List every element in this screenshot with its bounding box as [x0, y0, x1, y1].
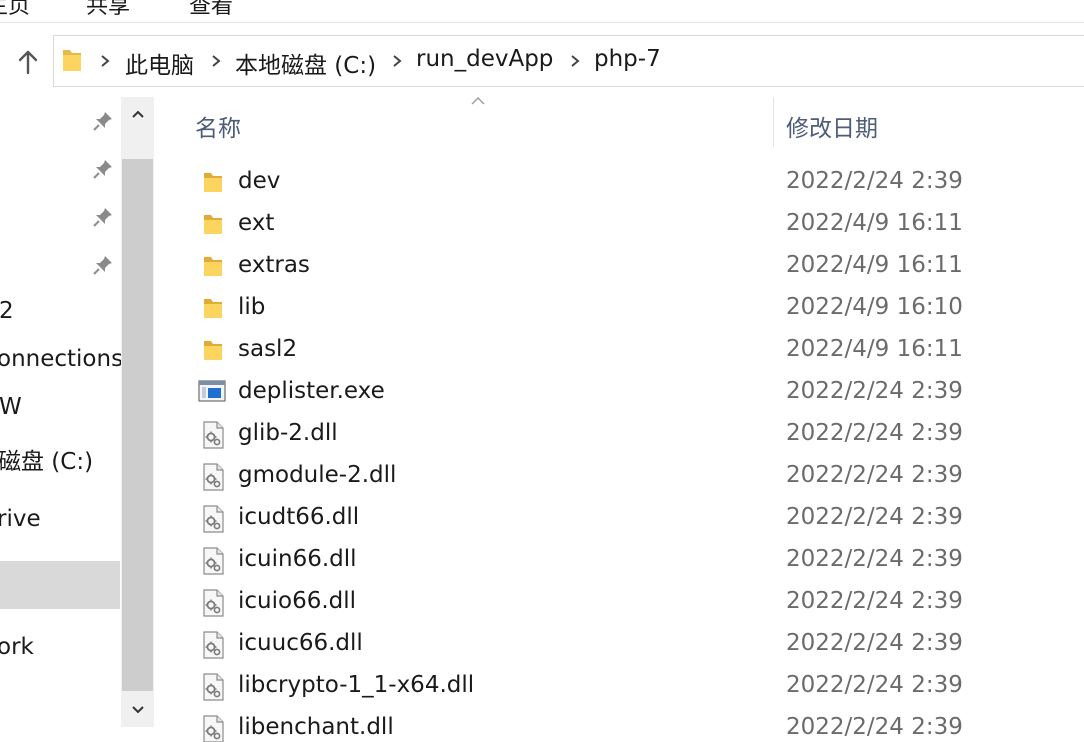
file-name[interactable]: gmodule-2.dll	[238, 462, 396, 488]
file-row[interactable]: icuuc66.dll 2022/2/24 2:39	[154, 623, 1084, 665]
file-name[interactable]: icuin66.dll	[238, 546, 357, 572]
folder-icon	[61, 46, 83, 78]
file-date-modified: 2022/2/24 2:39	[786, 168, 963, 194]
chevron-down-icon	[131, 706, 144, 714]
nav-item-w[interactable]: W	[0, 394, 22, 420]
file-name[interactable]: icuio66.dll	[238, 588, 356, 614]
chevron-right-icon[interactable]	[390, 50, 404, 72]
file-row[interactable]: deplister.exe 2022/2/24 2:39	[154, 371, 1084, 413]
scrollbar-thumb[interactable]	[122, 159, 153, 691]
file-date-modified: 2022/2/24 2:39	[786, 546, 963, 572]
address-bar[interactable]: 此电脑 本地磁盘 (C:) run_devApp php-7	[53, 35, 1084, 87]
nav-item-connections[interactable]: onnections	[0, 346, 122, 372]
file-row[interactable]: icuin66.dll 2022/2/24 2:39	[154, 539, 1084, 581]
dll-icon	[201, 589, 225, 617]
column-header-name[interactable]: 名称	[195, 109, 241, 143]
pin-icon	[92, 110, 114, 132]
file-name[interactable]: libcrypto-1_1-x64.dll	[238, 672, 474, 698]
folder-icon	[201, 169, 225, 195]
breadcrumb-local-disk[interactable]: 本地磁盘 (C:)	[235, 46, 376, 80]
chevron-up-icon	[131, 110, 144, 118]
dll-icon	[201, 631, 225, 659]
nav-item-network[interactable]: ork	[0, 634, 34, 660]
nav-scrollbar[interactable]	[121, 97, 154, 727]
breadcrumb-php7[interactable]: php-7	[594, 46, 661, 72]
dll-icon	[201, 547, 225, 575]
pin-icon	[92, 254, 114, 276]
folder-icon	[201, 295, 225, 321]
dll-icon	[201, 463, 225, 491]
file-name[interactable]: ext	[238, 210, 274, 236]
file-date-modified: 2022/4/9 16:11	[786, 336, 963, 362]
exe-icon	[198, 379, 226, 405]
file-date-modified: 2022/2/24 2:39	[786, 672, 963, 698]
column-header-date-modified[interactable]: 修改日期	[786, 109, 878, 143]
sort-ascending-icon	[471, 97, 485, 105]
file-name[interactable]: libenchant.dll	[238, 714, 394, 740]
column-divider[interactable]	[773, 97, 774, 147]
ribbon-tab-share[interactable]: 共享	[86, 0, 130, 20]
file-name[interactable]: glib-2.dll	[238, 420, 338, 446]
scroll-up-button[interactable]	[121, 97, 154, 131]
file-name[interactable]: icuuc66.dll	[238, 630, 363, 656]
file-date-modified: 2022/2/24 2:39	[786, 714, 963, 740]
nav-selected-highlight[interactable]	[0, 561, 120, 609]
ribbon-tab-home[interactable]: 主页	[0, 0, 30, 20]
dll-icon	[201, 505, 225, 533]
folder-icon	[201, 253, 225, 279]
folder-icon	[201, 211, 225, 237]
file-name[interactable]: extras	[238, 252, 310, 278]
breadcrumb-run-devapp[interactable]: run_devApp	[416, 46, 553, 72]
pin-icon	[92, 206, 114, 228]
file-date-modified: 2022/2/24 2:39	[786, 588, 963, 614]
breadcrumb-this-pc[interactable]: 此电脑	[125, 46, 194, 80]
file-date-modified: 2022/4/9 16:11	[786, 210, 963, 236]
file-row[interactable]: lib 2022/4/9 16:10	[154, 287, 1084, 329]
file-row[interactable]: icuio66.dll 2022/2/24 2:39	[154, 581, 1084, 623]
file-row[interactable]: icudt66.dll 2022/2/24 2:39	[154, 497, 1084, 539]
pin-icon	[92, 158, 114, 180]
dll-icon	[201, 421, 225, 449]
file-date-modified: 2022/2/24 2:39	[786, 420, 963, 446]
folder-icon	[201, 337, 225, 363]
navigation-pane: 2 onnections W 磁盘 (C:) rive ork	[0, 97, 122, 742]
up-button[interactable]	[12, 44, 44, 80]
file-name[interactable]: sasl2	[238, 336, 297, 362]
chevron-right-icon[interactable]	[98, 50, 112, 72]
file-date-modified: 2022/4/9 16:11	[786, 252, 963, 278]
file-row[interactable]: sasl2 2022/4/9 16:11	[154, 329, 1084, 371]
file-row[interactable]: gmodule-2.dll 2022/2/24 2:39	[154, 455, 1084, 497]
file-row[interactable]: dev 2022/2/24 2:39	[154, 161, 1084, 203]
file-row[interactable]: extras 2022/4/9 16:11	[154, 245, 1084, 287]
ribbon-tab-view[interactable]: 查看	[189, 0, 233, 20]
file-list: dev 2022/2/24 2:39 ext 2022/4/9 16:11 extras…	[154, 161, 1084, 742]
file-date-modified: 2022/4/9 16:10	[786, 294, 963, 320]
file-row[interactable]: glib-2.dll 2022/2/24 2:39	[154, 413, 1084, 455]
chevron-right-icon[interactable]	[568, 50, 582, 72]
file-date-modified: 2022/2/24 2:39	[786, 630, 963, 656]
file-date-modified: 2022/2/24 2:39	[786, 462, 963, 488]
file-row[interactable]: ext 2022/4/9 16:11	[154, 203, 1084, 245]
nav-item-2[interactable]: 2	[0, 298, 14, 324]
file-name[interactable]: icudt66.dll	[238, 504, 359, 530]
arrow-up-icon	[18, 50, 38, 75]
ribbon: 主页 共享 查看	[0, 0, 1084, 22]
file-date-modified: 2022/2/24 2:39	[786, 378, 963, 404]
file-name[interactable]: deplister.exe	[238, 378, 385, 404]
chevron-right-icon[interactable]	[209, 50, 223, 72]
dll-icon	[201, 715, 225, 742]
file-name[interactable]: lib	[238, 294, 265, 320]
nav-item-drive[interactable]: rive	[0, 506, 41, 532]
ribbon-divider	[0, 22, 1084, 23]
file-name[interactable]: dev	[238, 168, 280, 194]
dll-icon	[201, 673, 225, 701]
file-row[interactable]: libcrypto-1_1-x64.dll 2022/2/24 2:39	[154, 665, 1084, 707]
file-date-modified: 2022/2/24 2:39	[786, 504, 963, 530]
scroll-down-button[interactable]	[121, 693, 154, 727]
nav-item-local-disk[interactable]: 磁盘 (C:)	[0, 442, 93, 476]
file-row[interactable]: libenchant.dll 2022/2/24 2:39	[154, 707, 1084, 742]
